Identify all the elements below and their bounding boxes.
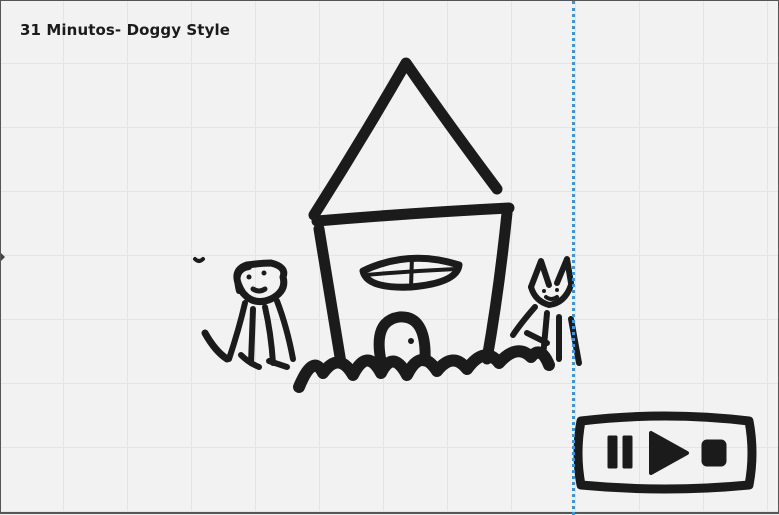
whiteboard-canvas[interactable]: 31 Minutos- Doggy Style	[0, 0, 779, 515]
dog-foot	[266, 358, 290, 370]
stop-icon	[701, 439, 727, 467]
cat-ear	[554, 256, 574, 286]
pause-icon	[607, 435, 618, 469]
house-sketch[interactable]	[308, 57, 515, 369]
cat-head	[528, 282, 574, 308]
house-door	[373, 311, 431, 367]
dog-sketch[interactable]	[193, 257, 296, 370]
cat-mouth	[544, 295, 559, 301]
cat-eye	[542, 289, 546, 293]
canvas-edge-marker	[1, 253, 5, 261]
sketch-drawing[interactable]	[1, 1, 779, 515]
house-right-wall	[481, 207, 513, 365]
dog-spot	[193, 257, 205, 263]
cat-eye	[555, 288, 559, 292]
pause-icon	[622, 435, 633, 469]
cat-body	[510, 304, 538, 338]
dog-leg-right	[274, 298, 296, 362]
dog-body-left	[226, 300, 248, 362]
dog-leg	[262, 304, 276, 366]
alignment-guide-line	[572, 1, 575, 515]
dog-eye	[246, 274, 252, 280]
dog-tail	[201, 329, 231, 363]
cat-leg	[540, 310, 550, 360]
dog-nose	[250, 286, 268, 294]
media-controls-sketch[interactable]	[573, 411, 757, 494]
dog-leg	[248, 306, 256, 366]
play-icon	[649, 431, 689, 475]
cat-ear	[528, 258, 552, 290]
grass-sketch[interactable]	[293, 345, 555, 393]
dog-eye	[261, 270, 267, 276]
door-knob	[408, 338, 414, 344]
house-window[interactable]	[359, 254, 463, 291]
house-left-wall	[313, 223, 347, 369]
house-roof-base	[311, 202, 515, 227]
house-roof	[308, 57, 503, 221]
